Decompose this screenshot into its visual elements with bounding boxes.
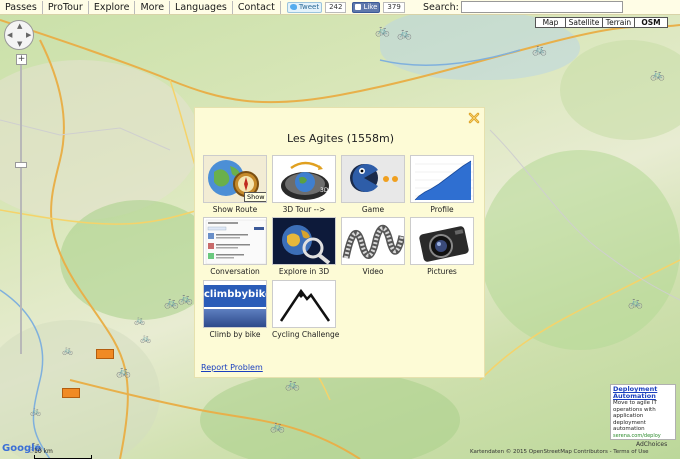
like-button[interactable]: Like xyxy=(352,1,381,13)
scale-label: 10 km xyxy=(34,448,53,455)
map-type-osm[interactable]: OSM xyxy=(634,17,668,28)
climb-info-popup: Les Agites (1558m) Show Route Show Route xyxy=(194,107,485,378)
map-type-satellite[interactable]: Satellite xyxy=(565,17,603,28)
climb-marker-icon[interactable]: 🚲 xyxy=(270,420,285,432)
tile-caption: Conversation xyxy=(210,267,260,276)
climb-marker-icon[interactable]: 🚲 xyxy=(62,345,73,357)
tile-caption: Show Route xyxy=(212,205,258,214)
tile-caption: Climb by bike xyxy=(209,330,261,339)
facebook-icon xyxy=(355,4,362,10)
climb-marker-icon[interactable]: 🚲 xyxy=(532,43,547,55)
ad-title[interactable]: Deployment Automation xyxy=(613,386,673,400)
tile-tooltip: Show Route xyxy=(244,192,266,202)
comments-icon xyxy=(203,217,267,265)
tile-explore-3d[interactable]: Explore in 3D xyxy=(272,217,336,276)
pass-marker[interactable] xyxy=(96,349,114,359)
close-icon[interactable] xyxy=(468,112,480,124)
map-type-map[interactable]: Map xyxy=(535,17,566,28)
tile-caption: Game xyxy=(361,205,385,214)
climb-marker-icon[interactable]: 🚲 xyxy=(650,68,665,80)
climb-marker-icon[interactable]: 🚲 xyxy=(397,27,412,39)
zoom-slider-handle[interactable] xyxy=(15,162,27,168)
tile-climb-by-bike[interactable]: climbbybike Climb by bike xyxy=(203,280,267,339)
like-count: 379 xyxy=(383,1,405,13)
menu-explore[interactable]: Explore xyxy=(89,0,136,14)
map-type-control: Map Satellite Terrain OSM xyxy=(535,17,668,28)
menu-languages[interactable]: Languages xyxy=(170,0,233,14)
menu-more[interactable]: More xyxy=(135,0,171,14)
popup-title: Les Agites (1558m) xyxy=(286,132,395,145)
tile-caption: 3D Tour --> xyxy=(282,205,326,214)
climbbybike-logo-text: climbbybike xyxy=(204,289,267,300)
climb-marker-icon[interactable]: 🚲 xyxy=(164,296,179,308)
advertisement[interactable]: Deployment Automation Move to agile IT o… xyxy=(610,384,676,440)
climb-marker-icon[interactable]: 🚲 xyxy=(30,406,41,418)
menu-passes[interactable]: Passes xyxy=(0,0,43,14)
scale-bar: 10 km xyxy=(34,448,92,459)
tweet-count: 242 xyxy=(325,1,347,13)
svg-text:3D: 3D xyxy=(320,187,329,194)
map-type-terrain[interactable]: Terrain xyxy=(602,17,635,28)
tile-caption: Explore in 3D xyxy=(278,267,330,276)
camera-icon xyxy=(410,217,474,265)
elevation-profile-icon xyxy=(410,155,474,203)
mountain-icon xyxy=(272,280,336,328)
map-navigation-control: ▲ ▼ ◀ ▶ + xyxy=(4,20,34,354)
pan-right-icon[interactable]: ▶ xyxy=(26,32,31,39)
pan-up-icon[interactable]: ▲ xyxy=(17,23,22,30)
pacman-icon xyxy=(341,155,405,203)
tile-profile[interactable]: Profile xyxy=(410,155,474,214)
tile-game[interactable]: Game xyxy=(341,155,405,214)
climbbybike-logo-icon: climbbybike xyxy=(203,280,267,328)
map-attribution: Kartendaten © 2015 OpenStreetMap Contrib… xyxy=(470,449,649,455)
top-menu-bar: Passes ProTour Explore More Languages Co… xyxy=(0,0,680,15)
tile-video[interactable]: Video xyxy=(341,217,405,276)
climb-marker-icon[interactable]: 🚲 xyxy=(178,292,193,304)
tile-caption: Profile xyxy=(430,205,454,214)
tile-pictures[interactable]: Pictures xyxy=(410,217,474,276)
climb-marker-icon[interactable]: 🚲 xyxy=(134,315,145,327)
search-label: Search: xyxy=(423,2,459,13)
twitter-icon xyxy=(289,4,297,10)
tile-show-route[interactable]: Show Route Show Route xyxy=(203,155,267,214)
pan-down-icon[interactable]: ▼ xyxy=(17,41,22,48)
climb-marker-icon[interactable]: 🚲 xyxy=(285,378,300,390)
climb-marker-icon[interactable]: 🚲 xyxy=(375,24,390,36)
search-input[interactable] xyxy=(461,1,623,13)
like-label: Like xyxy=(363,3,378,11)
globe-compass-icon: Show Route xyxy=(203,155,267,203)
earth-3d-icon: 3D xyxy=(272,155,336,203)
tile-cycling-challenge[interactable]: Cycling Challenge xyxy=(272,280,340,339)
menu-contact[interactable]: Contact xyxy=(233,0,281,14)
pan-control[interactable]: ▲ ▼ ◀ ▶ xyxy=(4,20,34,50)
ad-body: Move to agile IT operations with applica… xyxy=(613,400,657,432)
globe-magnifier-icon xyxy=(272,217,336,265)
tweet-button[interactable]: Tweet xyxy=(286,1,323,13)
tile-conversation[interactable]: Conversation xyxy=(203,217,267,276)
tile-3d-tour[interactable]: 3D 3D Tour --> xyxy=(272,155,336,214)
zoom-in-button[interactable]: + xyxy=(16,54,27,65)
adchoices-label[interactable]: AdChoices xyxy=(636,441,667,448)
tile-caption: Video xyxy=(362,267,384,276)
climb-marker-icon[interactable]: 🚲 xyxy=(140,333,151,345)
ad-url[interactable]: serena.com/deploy xyxy=(613,433,673,439)
share-buttons: Tweet 242 Like 379 xyxy=(286,1,405,13)
tweet-label: Tweet xyxy=(298,3,320,11)
film-strip-icon xyxy=(341,217,405,265)
pass-marker[interactable] xyxy=(62,388,80,398)
climb-marker-icon[interactable]: 🚲 xyxy=(628,296,643,308)
menu-protour[interactable]: ProTour xyxy=(43,0,89,14)
zoom-slider-track[interactable] xyxy=(20,54,22,354)
pan-left-icon[interactable]: ◀ xyxy=(7,32,12,39)
climb-marker-icon[interactable]: 🚲 xyxy=(116,365,131,377)
report-problem-link[interactable]: Report Problem xyxy=(201,363,263,372)
tile-caption: Pictures xyxy=(427,267,457,276)
tile-caption: Cycling Challenge xyxy=(272,330,340,339)
